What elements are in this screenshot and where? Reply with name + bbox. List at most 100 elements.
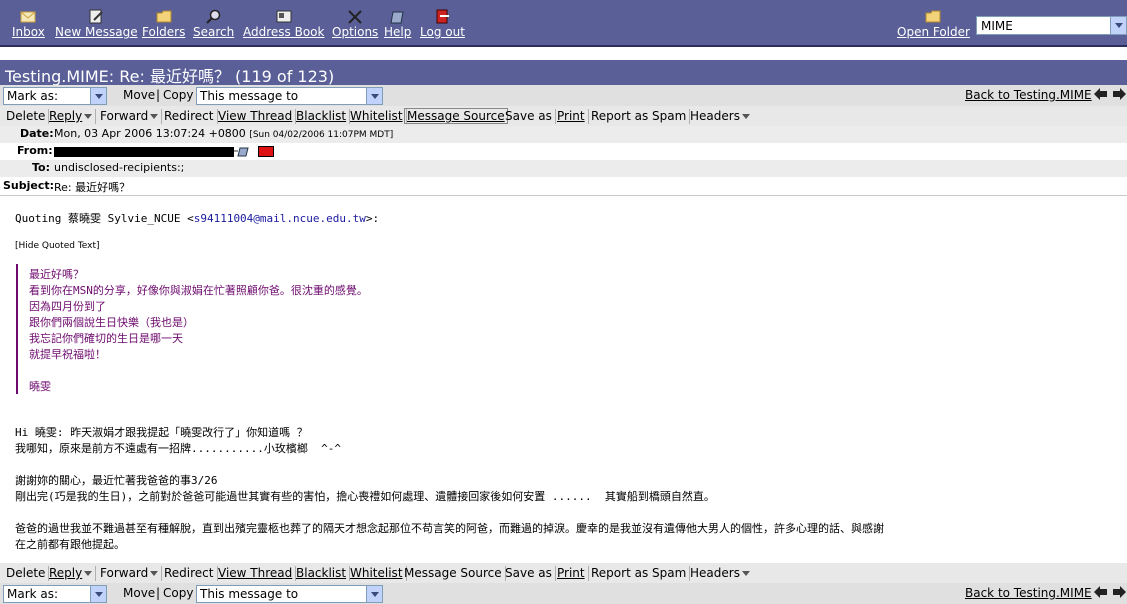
mark-as-label: Mark as:	[7, 587, 59, 601]
message-source-button[interactable]: Message Source	[404, 108, 508, 124]
chevron-down-icon[interactable]	[90, 88, 106, 104]
reply-button[interactable]: Reply	[49, 566, 97, 581]
move-target-select[interactable]: This message to	[196, 585, 383, 603]
message-source-button[interactable]: Message Source	[404, 566, 506, 581]
nav-search[interactable]: Search	[193, 9, 234, 43]
nav-help-label: Help	[384, 25, 412, 39]
reply-line: Hi 曉雯: 昨天淑娟才跟我提起「曉雯改行了」你知道嗎 ？	[15, 426, 308, 439]
to-value: undisclosed-recipients:;	[54, 161, 185, 174]
chevron-down-icon[interactable]	[150, 114, 159, 119]
view-thread-button[interactable]: View Thread	[218, 566, 297, 581]
headers-button[interactable]: Headers	[690, 109, 753, 124]
quoted-line: 就提早祝福啦！	[29, 348, 106, 361]
separator: |	[156, 88, 161, 102]
back-to-folder-link[interactable]: Back to Testing.MIME	[965, 88, 1092, 102]
nav-address-book-label: Address Book	[243, 25, 325, 39]
chevron-down-icon[interactable]	[150, 571, 159, 576]
copy-button[interactable]: Copy	[163, 88, 193, 102]
block-sender-icon[interactable]	[258, 146, 274, 157]
mark-as-label: Mark as:	[7, 89, 59, 103]
next-message-arrow-icon[interactable]	[1113, 88, 1126, 103]
redirect-button[interactable]: Redirect	[164, 109, 218, 124]
copy-button[interactable]: Copy	[163, 586, 193, 600]
address-book-icon	[276, 9, 292, 24]
quoted-line: 曉雯	[29, 380, 51, 393]
chevron-down-icon[interactable]	[366, 586, 382, 602]
nav-folders[interactable]: Folders	[142, 9, 185, 43]
add-contact-icon[interactable]	[234, 146, 254, 160]
from-label: From:	[17, 144, 53, 157]
headers-label: Headers	[690, 566, 740, 580]
nav-options[interactable]: Options	[332, 9, 378, 43]
report-spam-button[interactable]: Report as Spam	[591, 109, 691, 124]
blacklist-button[interactable]: Blacklist	[296, 566, 351, 581]
folder-select-value: MIME	[981, 19, 1013, 33]
forward-button[interactable]: Forward	[100, 109, 163, 124]
nav-address-book[interactable]: Address Book	[243, 9, 324, 43]
nav-logout[interactable]: Log out	[420, 9, 465, 43]
chevron-down-icon[interactable]	[1110, 17, 1126, 34]
quote-bar	[16, 264, 18, 394]
reply-line: 在之前都有跟他提起。	[15, 538, 125, 551]
whitelist-button[interactable]: Whitelist	[350, 109, 407, 124]
move-button[interactable]: Move	[123, 586, 155, 600]
headers-label: Headers	[690, 109, 740, 123]
mark-as-select[interactable]: Mark as:	[3, 87, 107, 105]
quoted-line: 看到你在MSN的分享，好像你與淑娟在忙著照顧你爸。很沈重的感覺。	[29, 284, 368, 297]
chevron-down-icon[interactable]	[84, 114, 93, 119]
header-to-row: To: undisclosed-recipients:;	[0, 160, 1127, 177]
move-button[interactable]: Move	[123, 88, 155, 102]
subject-value: Re: 最近好嗎？	[54, 181, 131, 194]
chevron-down-icon[interactable]	[90, 586, 106, 602]
chevron-down-icon[interactable]	[741, 571, 750, 576]
report-spam-button[interactable]: Report as Spam	[591, 566, 691, 581]
quoting-text: Quoting 蔡曉雯 Sylvie_NCUE <	[15, 212, 194, 225]
delete-button[interactable]: Delete	[6, 109, 50, 124]
nav-folders-label: Folders	[142, 25, 186, 39]
next-message-arrow-icon[interactable]	[1113, 586, 1126, 601]
nav-logout-label: Log out	[420, 25, 465, 39]
header-date-row: Date: Mon, 03 Apr 2006 13:07:24 +0800 [S…	[0, 126, 1127, 143]
message-title: Testing.MIME: Re: 最近好嗎？ (119 of 123)	[0, 60, 1127, 86]
compose-icon	[88, 9, 104, 24]
chevron-down-icon[interactable]	[366, 88, 382, 104]
message-body: Quoting 蔡曉雯 Sylvie_NCUE <s94111004@mail.…	[0, 195, 1127, 562]
forward-label: Forward	[100, 109, 149, 123]
reply-line: 謝謝妳的關心，最近忙著我爸爸的事3/26	[15, 474, 218, 487]
headers-button[interactable]: Headers	[690, 566, 753, 581]
quoting-email-link[interactable]: s94111004@mail.ncue.edu.tw	[194, 212, 366, 225]
redirect-button[interactable]: Redirect	[164, 566, 218, 581]
message-toolbar-bottom: Mark as: Move | Copy This message to Bac…	[0, 583, 1127, 604]
prev-message-arrow-icon[interactable]	[1094, 586, 1107, 601]
chevron-down-icon[interactable]	[741, 114, 750, 119]
reply-label: Reply	[49, 109, 83, 123]
chevron-down-icon[interactable]	[84, 571, 93, 576]
quoted-line: 跟你們兩個說生日快樂（我也是）	[29, 316, 194, 329]
blacklist-button[interactable]: Blacklist	[296, 109, 351, 124]
forward-button[interactable]: Forward	[100, 566, 163, 581]
mark-as-select[interactable]: Mark as:	[3, 585, 107, 603]
forward-label: Forward	[100, 566, 149, 580]
print-button[interactable]: Print	[557, 109, 589, 124]
folder-select[interactable]: MIME	[976, 16, 1127, 35]
nav-open-folder[interactable]: Open Folder	[897, 9, 970, 43]
view-thread-button[interactable]: View Thread	[218, 109, 297, 124]
prev-message-arrow-icon[interactable]	[1094, 88, 1107, 103]
save-as-button[interactable]: Save as	[505, 566, 556, 581]
save-as-button[interactable]: Save as	[505, 109, 556, 124]
nav-help[interactable]: Help	[384, 9, 411, 43]
back-to-folder-link[interactable]: Back to Testing.MIME	[965, 586, 1092, 600]
hide-quoted-text-link[interactable]: [Hide Quoted Text]	[15, 241, 100, 251]
nav-inbox[interactable]: Inbox	[12, 9, 45, 43]
move-target-select[interactable]: This message to	[196, 87, 383, 105]
print-button[interactable]: Print	[557, 566, 589, 581]
envelope-icon	[20, 9, 36, 24]
whitelist-button[interactable]: Whitelist	[350, 566, 407, 581]
reply-button[interactable]: Reply	[49, 109, 97, 124]
date-label: Date:	[20, 127, 54, 140]
nav-new-message[interactable]: New Message	[55, 9, 138, 43]
delete-button[interactable]: Delete	[6, 566, 50, 581]
from-redacted	[54, 147, 234, 157]
nav-search-label: Search	[193, 25, 235, 39]
message-actions-top: Delete Reply Forward Redirect View Threa…	[0, 106, 1127, 126]
